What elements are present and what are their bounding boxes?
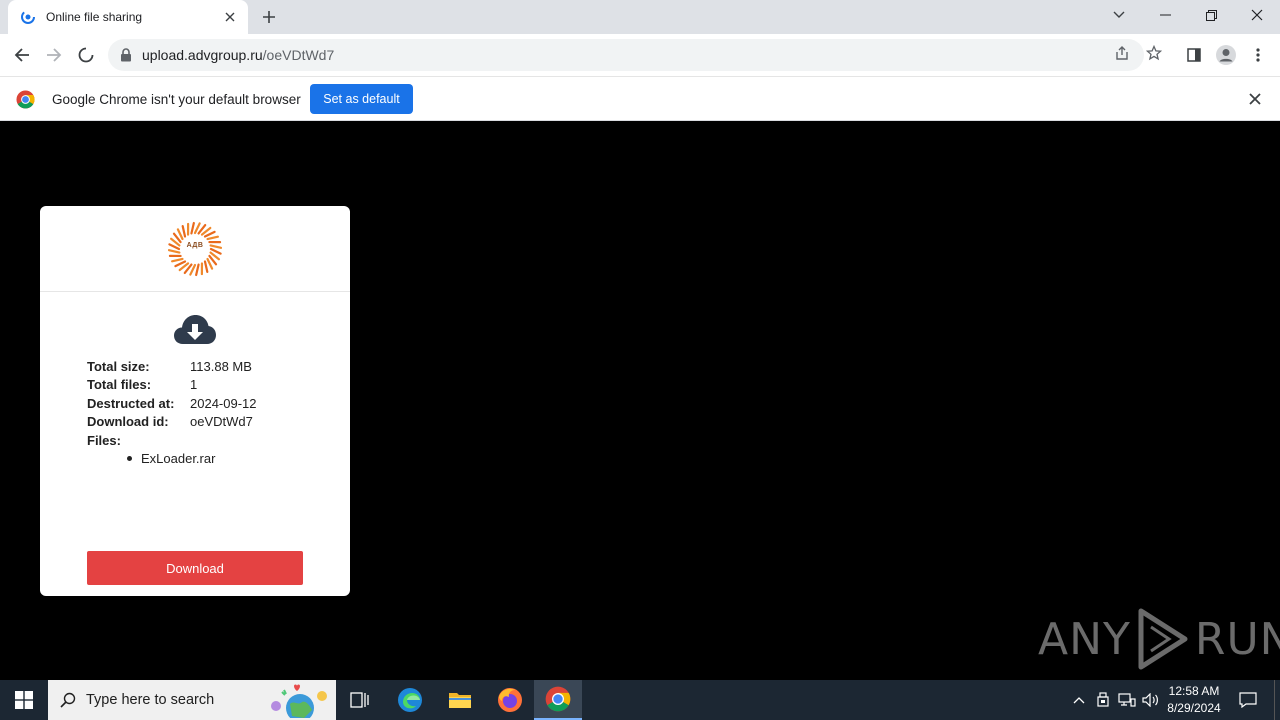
file-explorer-icon[interactable] [436,680,484,720]
windows-logo-icon [15,691,33,709]
card-header: АДВ [40,206,350,292]
firefox-icon[interactable] [486,680,534,720]
detail-row-id: Download id: oeVDtWd7 [87,413,257,432]
file-share-card: АДВ Total size: 113.88 MB Total files: 1… [40,206,350,596]
stop-loading-icon[interactable] [72,41,100,69]
share-icon[interactable] [1111,42,1133,64]
minimize-button[interactable] [1142,0,1188,30]
loading-favicon-icon [20,9,36,25]
detail-row-size: Total size: 113.88 MB [87,357,257,376]
destructed-at-label: Destructed at: [87,395,175,411]
download-id-label: Download id: [87,414,169,430]
back-button[interactable] [8,41,36,69]
tab-strip: Online file sharing [0,0,1280,34]
start-button[interactable] [0,680,48,720]
download-button[interactable]: Download [87,551,303,585]
edge-browser-icon[interactable] [386,680,434,720]
bullet [127,456,132,462]
detail-row-files-header: Files: [87,431,257,450]
files-label: Files: [87,432,121,448]
search-highlight-illustration-icon [271,684,327,718]
task-view-icon[interactable] [336,680,384,720]
tab-close-icon[interactable] [222,9,238,25]
file-name: ExLoader.rar [141,451,216,467]
detail-row-destructed: Destructed at: 2024-09-12 [87,394,257,413]
bookmark-star-icon[interactable] [1143,42,1165,64]
detail-row-files: Total files: 1 [87,376,257,395]
network-icon[interactable] [1116,680,1138,720]
usb-device-icon[interactable] [1092,680,1114,720]
tab-title: Online file sharing [46,10,143,24]
list-item: ExLoader.rar [127,450,257,469]
notifications-icon[interactable] [1232,680,1264,720]
search-placeholder: Type here to search [86,692,215,708]
chrome-taskbar-icon[interactable] [534,680,582,720]
default-browser-infobar: Google Chrome isn't your default browser… [0,76,1280,121]
clock-time: 12:58 AM [1168,684,1220,698]
taskbar-clock[interactable]: 12:58 AM 8/29/2024 [1160,683,1228,717]
taskbar-search-box[interactable]: Type here to search [48,680,336,720]
total-files-label: Total files: [87,377,152,393]
forward-button[interactable] [40,41,68,69]
volume-icon[interactable] [1140,680,1162,720]
show-desktop-button[interactable] [1274,680,1280,720]
set-as-default-button[interactable]: Set as default [310,84,413,114]
total-files-value: 1 [190,377,198,393]
chrome-logo-icon [16,90,35,109]
tab-search-icon[interactable] [1096,0,1142,30]
lock-icon[interactable] [120,48,134,62]
side-panel-icon[interactable] [1180,41,1208,69]
windows-taskbar: Type here to search 12:58 AM 8/29/2024 [0,680,1280,720]
file-details: Total size: 113.88 MB Total files: 1 Des… [87,357,257,468]
url-text[interactable]: upload.advgroup.ru/oeVDtWd7 [142,47,334,63]
tray-chevron-icon[interactable] [1068,680,1090,720]
new-tab-button[interactable] [259,7,279,27]
total-size-label: Total size: [87,358,150,374]
url-host: upload.advgroup.ru [142,47,263,63]
company-logo: АДВ [167,221,223,277]
destructed-at-value: 2024-09-12 [190,395,257,411]
infobar-close-icon[interactable] [1246,90,1264,108]
infobar-message: Google Chrome isn't your default browser [52,92,301,107]
total-size-value: 113.88 MB [190,358,252,374]
browser-tab[interactable]: Online file sharing [8,0,248,34]
browser-toolbar: upload.advgroup.ru/oeVDtWd7 [0,34,1280,76]
menu-kebab-icon[interactable] [1244,41,1272,69]
cloud-download-icon [173,312,217,348]
url-path: /oeVDtWd7 [262,47,335,63]
logo-text: АДВ [186,241,204,249]
close-window-button[interactable] [1234,0,1280,30]
watermark-right: RUN [1194,613,1280,665]
clock-date: 8/29/2024 [1167,701,1221,715]
anyrun-watermark: ANY RUN [1038,606,1280,672]
profile-avatar-icon[interactable] [1212,41,1240,69]
watermark-left: ANY [1038,613,1131,665]
play-logo-icon [1135,607,1191,671]
download-id-value: oeVDtWd7 [190,414,253,430]
address-bar[interactable]: upload.advgroup.ru/oeVDtWd7 [108,39,1144,71]
restore-button[interactable] [1188,0,1234,30]
search-icon [60,692,76,708]
